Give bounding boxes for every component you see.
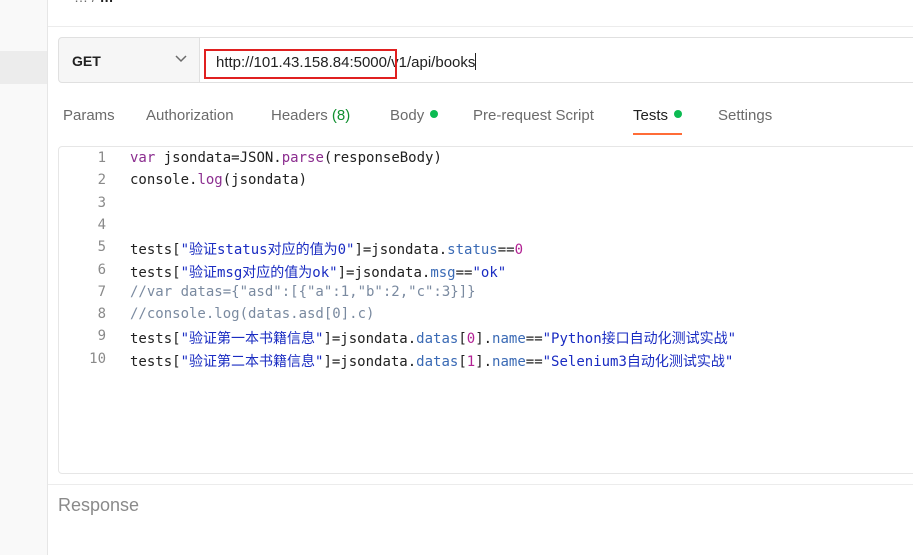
tab-params-label: Params — [63, 107, 115, 124]
sidebar-selected-item[interactable] — [0, 51, 47, 84]
code-line[interactable]: 5 tests["验证status对应的值为0"]=jsondata.status… — [59, 239, 909, 261]
code-line[interactable]: 4 — [59, 217, 909, 239]
url-input[interactable]: http://101.43.158.84:5000/v1/api/books — [200, 37, 913, 83]
tab-tests[interactable]: Tests — [633, 107, 683, 135]
tab-tests-label: Tests — [633, 107, 669, 124]
tab-body-label: Body — [390, 107, 425, 124]
code-line[interactable]: 10 tests["验证第二本书籍信息"]=jsondata.datas[1].n… — [59, 351, 909, 373]
code-line[interactable]: 7 //var datas={"asd":[{"a":1,"b":2,"c":3}… — [59, 284, 909, 306]
body-indicator-dot — [430, 110, 439, 118]
request-bar: GET http://101.43.158.84:5000/v1/api/boo… — [58, 37, 913, 85]
tab-headers[interactable]: Headers (8) — [271, 107, 350, 124]
response-title: Response — [58, 495, 140, 515]
code-line[interactable]: 6 tests["验证msg对应的值为ok"]=jsondata.msg=="ok… — [59, 262, 909, 284]
tab-body[interactable]: Body — [390, 107, 439, 124]
code-line[interactable]: 2 console.log(jsondata) — [59, 172, 909, 194]
code-line[interactable]: 8 //console.log(datas.asd[0].c) — [59, 306, 909, 328]
request-tabs: Params Authorization Headers (8) Body Pr… — [48, 100, 913, 136]
chevron-down-icon — [175, 55, 187, 63]
code-text: //console.log(datas.asd[0].c) — [130, 306, 375, 323]
breadcrumb-parent[interactable]: … — [74, 0, 88, 5]
tests-indicator-dot — [674, 110, 683, 118]
tab-settings-label: Settings — [718, 107, 773, 124]
code-text: var jsondata=JSON.parse(responseBody) — [130, 150, 442, 166]
code-text: //var datas={"asd":[{"a":1,"b":2,"c":3}]… — [130, 283, 476, 300]
line-number: 10 — [89, 350, 106, 367]
method-select[interactable]: GET — [58, 37, 200, 83]
code-text: tests["验证第二本书籍信息"]=jsondata.datas[1].nam… — [130, 353, 734, 370]
pane-divider[interactable] — [48, 484, 913, 485]
tab-authorization[interactable]: Authorization — [146, 107, 234, 124]
breadcrumb-separator: / — [92, 0, 100, 5]
tab-pre-request-script-label: Pre-request Script — [473, 107, 594, 124]
line-number: 5 — [97, 239, 106, 256]
line-number: 9 — [97, 328, 106, 345]
line-number: 6 — [97, 261, 106, 278]
line-number: 7 — [97, 283, 106, 300]
breadcrumb-bar: … / … — [48, 0, 913, 27]
left-sidebar — [0, 0, 48, 555]
code-text: tests["验证第一本书籍信息"]=jsondata.datas[0].nam… — [130, 331, 737, 348]
code-editor[interactable]: 1 var jsondata=JSON.parse(responseBody) 2 c… — [58, 146, 913, 474]
url-text: http://101.43.158.84:5000/v1/api/books — [216, 54, 476, 71]
breadcrumb-current: … — [100, 0, 114, 5]
tab-pre-request-script[interactable]: Pre-request Script — [473, 107, 594, 124]
breadcrumb: … / … — [74, 0, 114, 5]
tab-settings[interactable]: Settings — [718, 107, 772, 124]
line-number: 3 — [97, 194, 106, 211]
line-number: 1 — [97, 150, 106, 166]
text-cursor — [475, 53, 477, 70]
tab-headers-label: Headers — [271, 107, 328, 124]
tab-authorization-label: Authorization — [146, 107, 234, 124]
tab-params[interactable]: Params — [63, 107, 115, 124]
headers-count-badge: (8) — [331, 107, 351, 124]
code-line[interactable]: 1 var jsondata=JSON.parse(responseBody) — [59, 150, 909, 172]
line-number: 4 — [97, 216, 106, 233]
code-line[interactable]: 9 tests["验证第一本书籍信息"]=jsondata.datas[0].na… — [59, 328, 909, 350]
code-line[interactable]: 3 — [59, 195, 909, 217]
code-text: console.log(jsondata) — [130, 172, 308, 189]
line-number: 2 — [97, 172, 106, 189]
code-text: tests["验证status对应的值为0"]=jsondata.status=… — [130, 242, 524, 259]
method-label: GET — [72, 53, 101, 69]
line-number: 8 — [97, 306, 106, 323]
code-text: tests["验证msg对应的值为ok"]=jsondata.msg=="ok" — [130, 264, 507, 281]
